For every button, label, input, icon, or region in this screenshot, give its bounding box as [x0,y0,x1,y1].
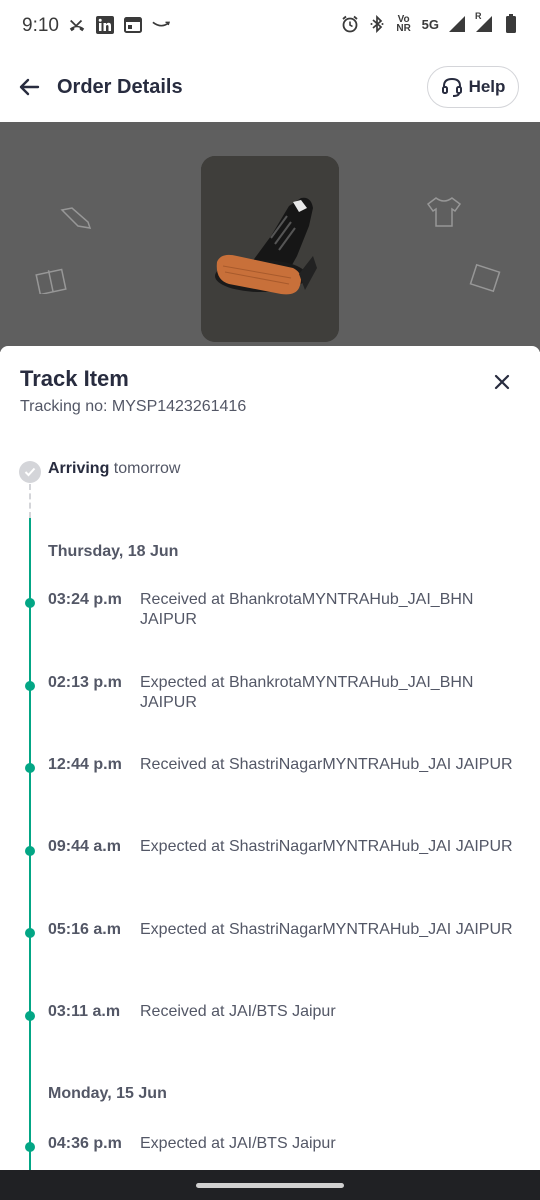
alarm-icon [341,15,359,33]
sheet-title: Track Item [20,366,129,391]
timeline-date-header: Monday, 15 Jun [48,1085,167,1102]
arriving-status: Arriving tomorrow [48,460,181,477]
amazon-icon [152,16,170,34]
timeline-pending-connector [29,484,31,518]
event-time: 04:36 p.m [48,1135,122,1152]
timeline-dot [25,598,35,608]
back-button[interactable] [14,72,44,102]
signal-icon [448,15,466,33]
cart-outline-icon [469,263,501,293]
timeline-dot [25,846,35,856]
status-bar: 9:10 Vo NR 5G R [0,0,540,52]
calendar-icon [124,16,142,34]
app-bar: Order Details Help [0,52,540,122]
page-title: Order Details [57,76,183,98]
event-time: 09:44 a.m [48,838,121,855]
bluetooth-icon [368,15,386,33]
signal-roaming-icon: R [475,11,493,33]
arrow-left-icon [19,78,40,96]
event-time: 05:16 a.m [48,921,121,938]
timeline-dot [25,681,35,691]
event-description: Expected at BhankrotaMYNTRAHub_JAI_BHN J… [140,674,474,711]
sneaker-icon [201,156,339,342]
product-image [201,156,339,342]
tshirt-outline-icon [426,197,462,227]
home-gesture-handle[interactable] [196,1183,344,1188]
timeline-line [29,518,31,1170]
timeline-dot [25,763,35,773]
close-icon [494,374,510,390]
gift-outline-icon [35,268,67,294]
close-button[interactable] [490,370,514,394]
event-time: 03:24 p.m [48,591,122,608]
system-nav-bar [0,1170,540,1200]
event-description: Received at BhankrotaMYNTRAHub_JAI_BHN J… [140,591,474,628]
event-description: Received at ShastriNagarMYNTRAHub_JAI JA… [140,756,513,773]
vonr-icon: Vo NR [396,14,411,34]
event-time: 12:44 p.m [48,756,122,773]
help-button[interactable]: Help [427,66,519,108]
event-description: Expected at JAI/BTS Jaipur [140,1135,336,1152]
event-time: 02:13 p.m [48,674,122,691]
shoe-outline-icon [60,207,92,229]
help-label: Help [468,77,506,96]
5g-icon: 5G [421,16,439,32]
status-time: 9:10 [22,15,59,36]
event-description: Expected at ShastriNagarMYNTRAHub_JAI JA… [140,921,513,938]
timeline-dot [25,928,35,938]
event-description: Expected at ShastriNagarMYNTRAHub_JAI JA… [140,838,513,855]
timeline-date-header: Thursday, 18 Jun [48,543,179,560]
event-description: Received at JAI/BTS Jaipur [140,1003,336,1020]
battery-icon [502,14,520,33]
check-icon [24,467,36,477]
event-time: 03:11 a.m [48,1003,121,1020]
linkedin-icon [96,16,114,34]
arriving-status-icon [19,461,41,483]
timeline-dot [25,1011,35,1021]
tracking-number: Tracking no: MYSP1423261416 [20,398,247,415]
missed-call-icon [68,16,86,34]
track-item-sheet: Track Item Tracking no: MYSP1423261416 A… [0,346,540,1170]
product-banner-overlay[interactable] [0,122,540,352]
timeline-dot [25,1142,35,1152]
headset-icon [441,77,462,97]
